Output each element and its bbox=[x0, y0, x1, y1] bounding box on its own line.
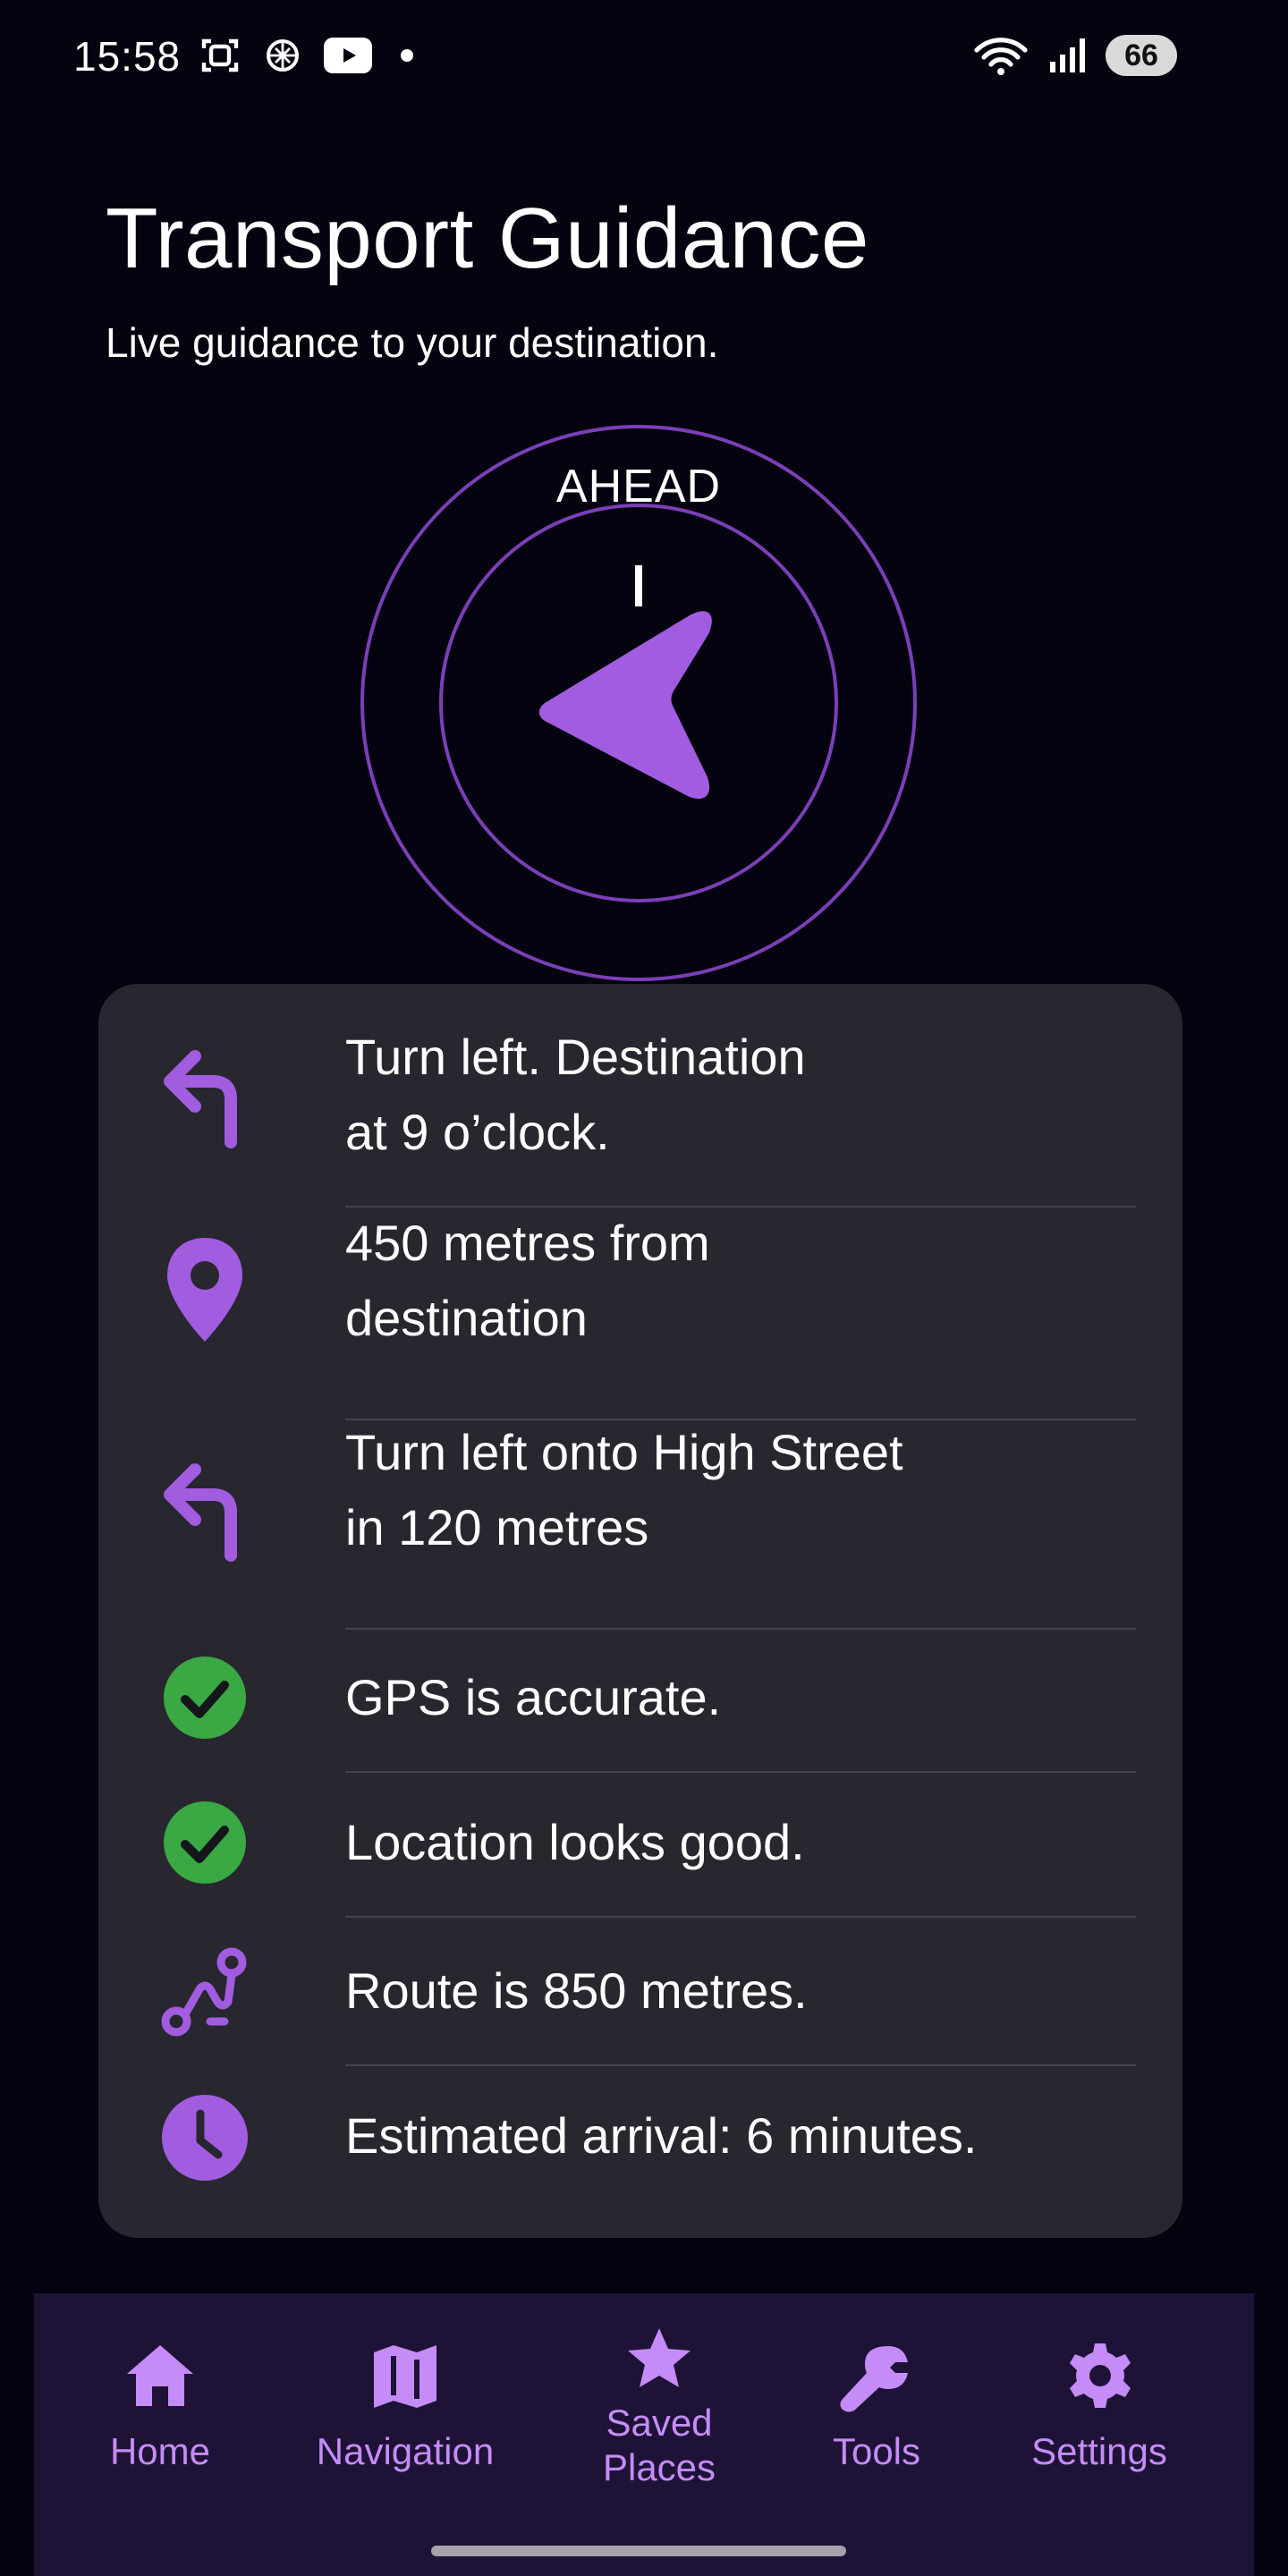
nav-navigation[interactable]: Navigation bbox=[293, 2293, 517, 2576]
star-icon bbox=[628, 2328, 691, 2387]
location-pin-icon bbox=[167, 1238, 242, 1342]
page-title: Transport Guidance bbox=[106, 191, 869, 286]
battery-indicator: 66 bbox=[1106, 35, 1177, 76]
nav-label: Home bbox=[109, 2430, 211, 2472]
guidance-row-turn: Turn left. Destination at 9 o’clock. bbox=[98, 1027, 1182, 1165]
gear-icon bbox=[1070, 2343, 1131, 2408]
guidance-row-next-turn: Turn left onto High Street in 120 metres bbox=[98, 1424, 1182, 1628]
wrench-icon bbox=[840, 2346, 908, 2412]
nav-label: Tools bbox=[832, 2430, 921, 2472]
nav-home[interactable]: Home bbox=[77, 2293, 243, 2576]
guidance-row-route: Route is 850 metres. bbox=[98, 1943, 1182, 2050]
page-subtitle: Live guidance to your destination. bbox=[106, 319, 719, 366]
guidance-text-line: destination bbox=[345, 1290, 588, 1346]
guidance-text-line: Estimated arrival: 6 minutes. bbox=[345, 2107, 978, 2164]
nav-label-multiline: Saved Places bbox=[565, 2401, 753, 2490]
check-circle-icon bbox=[164, 1801, 246, 1884]
guidance-row-location: Location looks good. bbox=[98, 1798, 1182, 1905]
check-circle-icon bbox=[164, 1657, 246, 1739]
guidance-text-line: 450 metres from bbox=[345, 1215, 710, 1271]
turn-left-icon bbox=[164, 1463, 237, 1562]
row-divider bbox=[345, 1628, 1136, 1630]
guidance-row-arrival: Estimated arrival: 6 minutes. bbox=[98, 2093, 1182, 2200]
signal-icon bbox=[1050, 38, 1085, 72]
status-time: 15:58 bbox=[73, 33, 182, 80]
nav-saved-places[interactable]: Saved Places bbox=[565, 2293, 753, 2576]
clock-icon bbox=[162, 2095, 248, 2181]
guidance-text-line: GPS is accurate. bbox=[345, 1669, 722, 1725]
guidance-text-line: at 9 o’clock. bbox=[345, 1104, 610, 1160]
ai-icon bbox=[267, 39, 299, 72]
heading-label: AHEAD bbox=[555, 461, 722, 513]
guidance-card: Turn left. Destination at 9 o’clock. 450… bbox=[98, 984, 1182, 2238]
wifi-icon bbox=[974, 38, 1028, 75]
status-icons-right: 66 bbox=[973, 34, 1177, 77]
heading-tick bbox=[635, 565, 642, 606]
nav-label-line: Places bbox=[602, 2446, 716, 2488]
guidance-text-line: in 120 metres bbox=[345, 1499, 649, 1555]
nav-label: Settings bbox=[1031, 2430, 1167, 2472]
status-icons-left bbox=[199, 34, 413, 77]
screenshot-icon bbox=[201, 38, 239, 72]
nav-settings[interactable]: Settings bbox=[1005, 2293, 1193, 2576]
direction-compass: AHEAD bbox=[360, 424, 918, 982]
notification-dot bbox=[401, 49, 413, 62]
home-indicator[interactable] bbox=[431, 2546, 846, 2556]
guidance-text-line: Turn left onto High Street bbox=[345, 1424, 903, 1480]
guidance-row-distance: 450 metres from destination bbox=[98, 1215, 1182, 1413]
nav-label: Navigation bbox=[316, 2430, 495, 2472]
guidance-text-line: Location looks good. bbox=[345, 1814, 805, 1870]
bottom-navigation: Home Navigation Saved Places Tools Setti… bbox=[34, 2293, 1254, 2576]
row-divider bbox=[345, 1771, 1136, 1773]
row-divider bbox=[345, 1916, 1136, 1918]
nav-tools[interactable]: Tools bbox=[805, 2293, 948, 2576]
nav-label-line: Saved bbox=[606, 2402, 713, 2444]
status-bar: 15:58 66 bbox=[0, 0, 1288, 116]
home-icon bbox=[127, 2345, 193, 2406]
turn-left-icon bbox=[164, 1050, 237, 1148]
map-icon bbox=[374, 2345, 436, 2408]
guidance-text-line: Route is 850 metres. bbox=[345, 1962, 808, 2019]
route-icon bbox=[161, 1947, 247, 2037]
transport-guidance-screen: 15:58 66 Transport Guidance Live guidanc… bbox=[0, 0, 1288, 2576]
youtube-icon bbox=[324, 38, 372, 73]
guidance-row-gps: GPS is accurate. bbox=[98, 1653, 1182, 1760]
direction-arrow-icon bbox=[538, 611, 712, 799]
row-divider bbox=[345, 2064, 1136, 2066]
guidance-text-line: Turn left. Destination bbox=[345, 1029, 806, 1085]
